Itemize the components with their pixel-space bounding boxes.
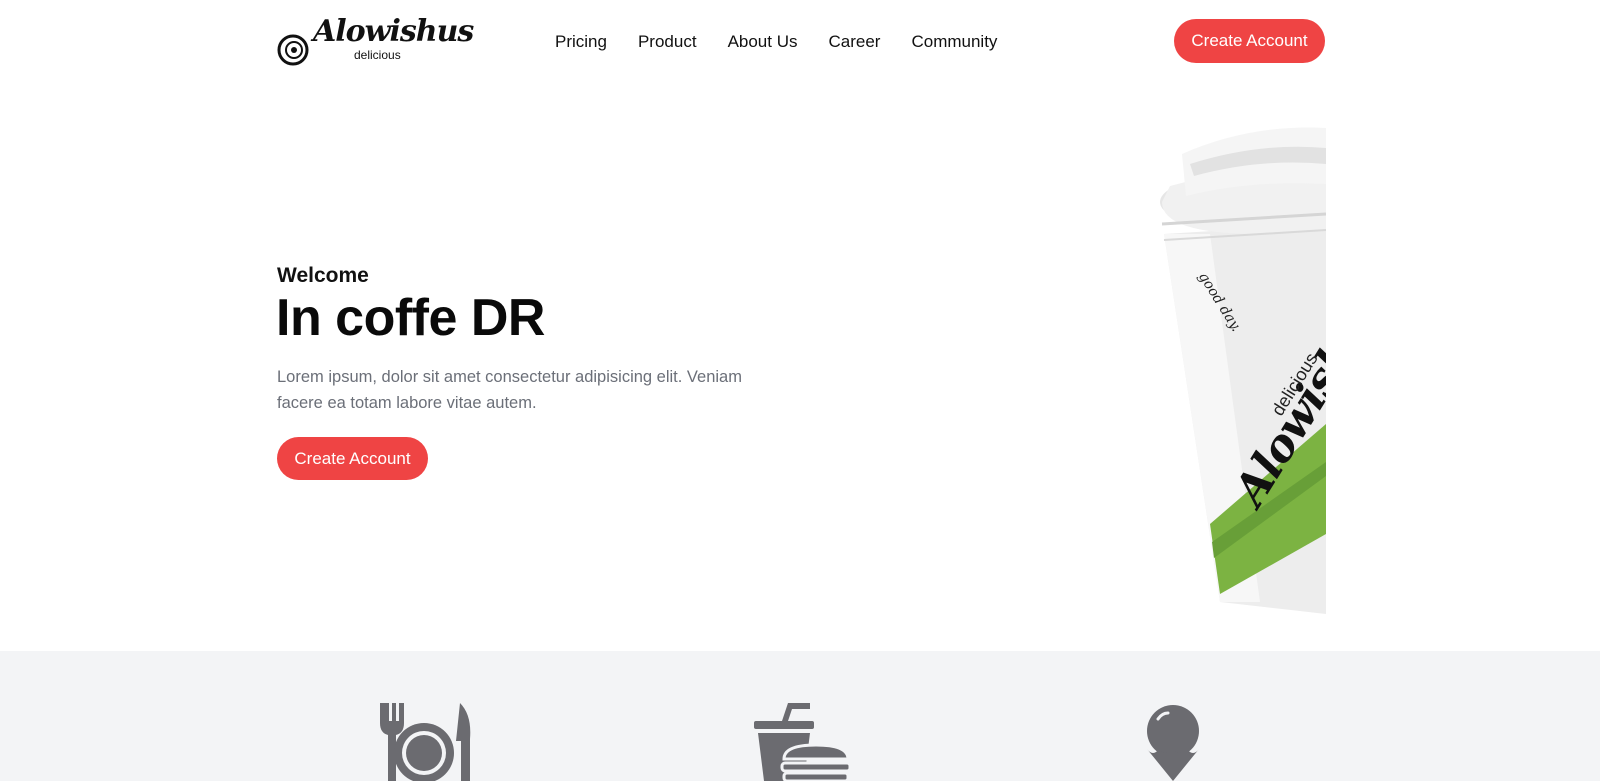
header-create-account-button[interactable]: Create Account <box>1174 19 1325 63</box>
features-section <box>0 651 1600 781</box>
nav-item-about-us[interactable]: About Us <box>728 30 798 54</box>
brand-swirl-icon <box>277 34 309 66</box>
brand-tagline: delicious <box>354 48 401 62</box>
site-header: Alowishus delicious Pricing Product Abou… <box>0 0 1600 84</box>
hero-create-account-button[interactable]: Create Account <box>277 437 428 480</box>
hero-title: In coffe DR <box>276 289 545 347</box>
nav-item-pricing[interactable]: Pricing <box>555 30 607 54</box>
hero-description: Lorem ipsum, dolor sit amet consectetur … <box>277 368 742 412</box>
nav-item-career[interactable]: Career <box>829 30 881 54</box>
nav-item-community[interactable]: Community <box>911 30 997 54</box>
drink-burger-icon <box>754 703 850 781</box>
main-nav: Pricing Product About Us Career Communit… <box>555 30 997 54</box>
brand-logo[interactable]: Alowishus delicious <box>277 12 474 70</box>
brand-name: Alowishus <box>313 14 474 49</box>
coffee-cup-image: good day. Alowishus delicious <box>1150 124 1326 614</box>
hero-section: Welcome In coffe DR Lorem ipsum, dolor s… <box>0 84 1600 651</box>
ice-cream-icon <box>1147 705 1199 781</box>
plate-cutlery-icon <box>380 703 471 781</box>
nav-item-product[interactable]: Product <box>638 30 697 54</box>
